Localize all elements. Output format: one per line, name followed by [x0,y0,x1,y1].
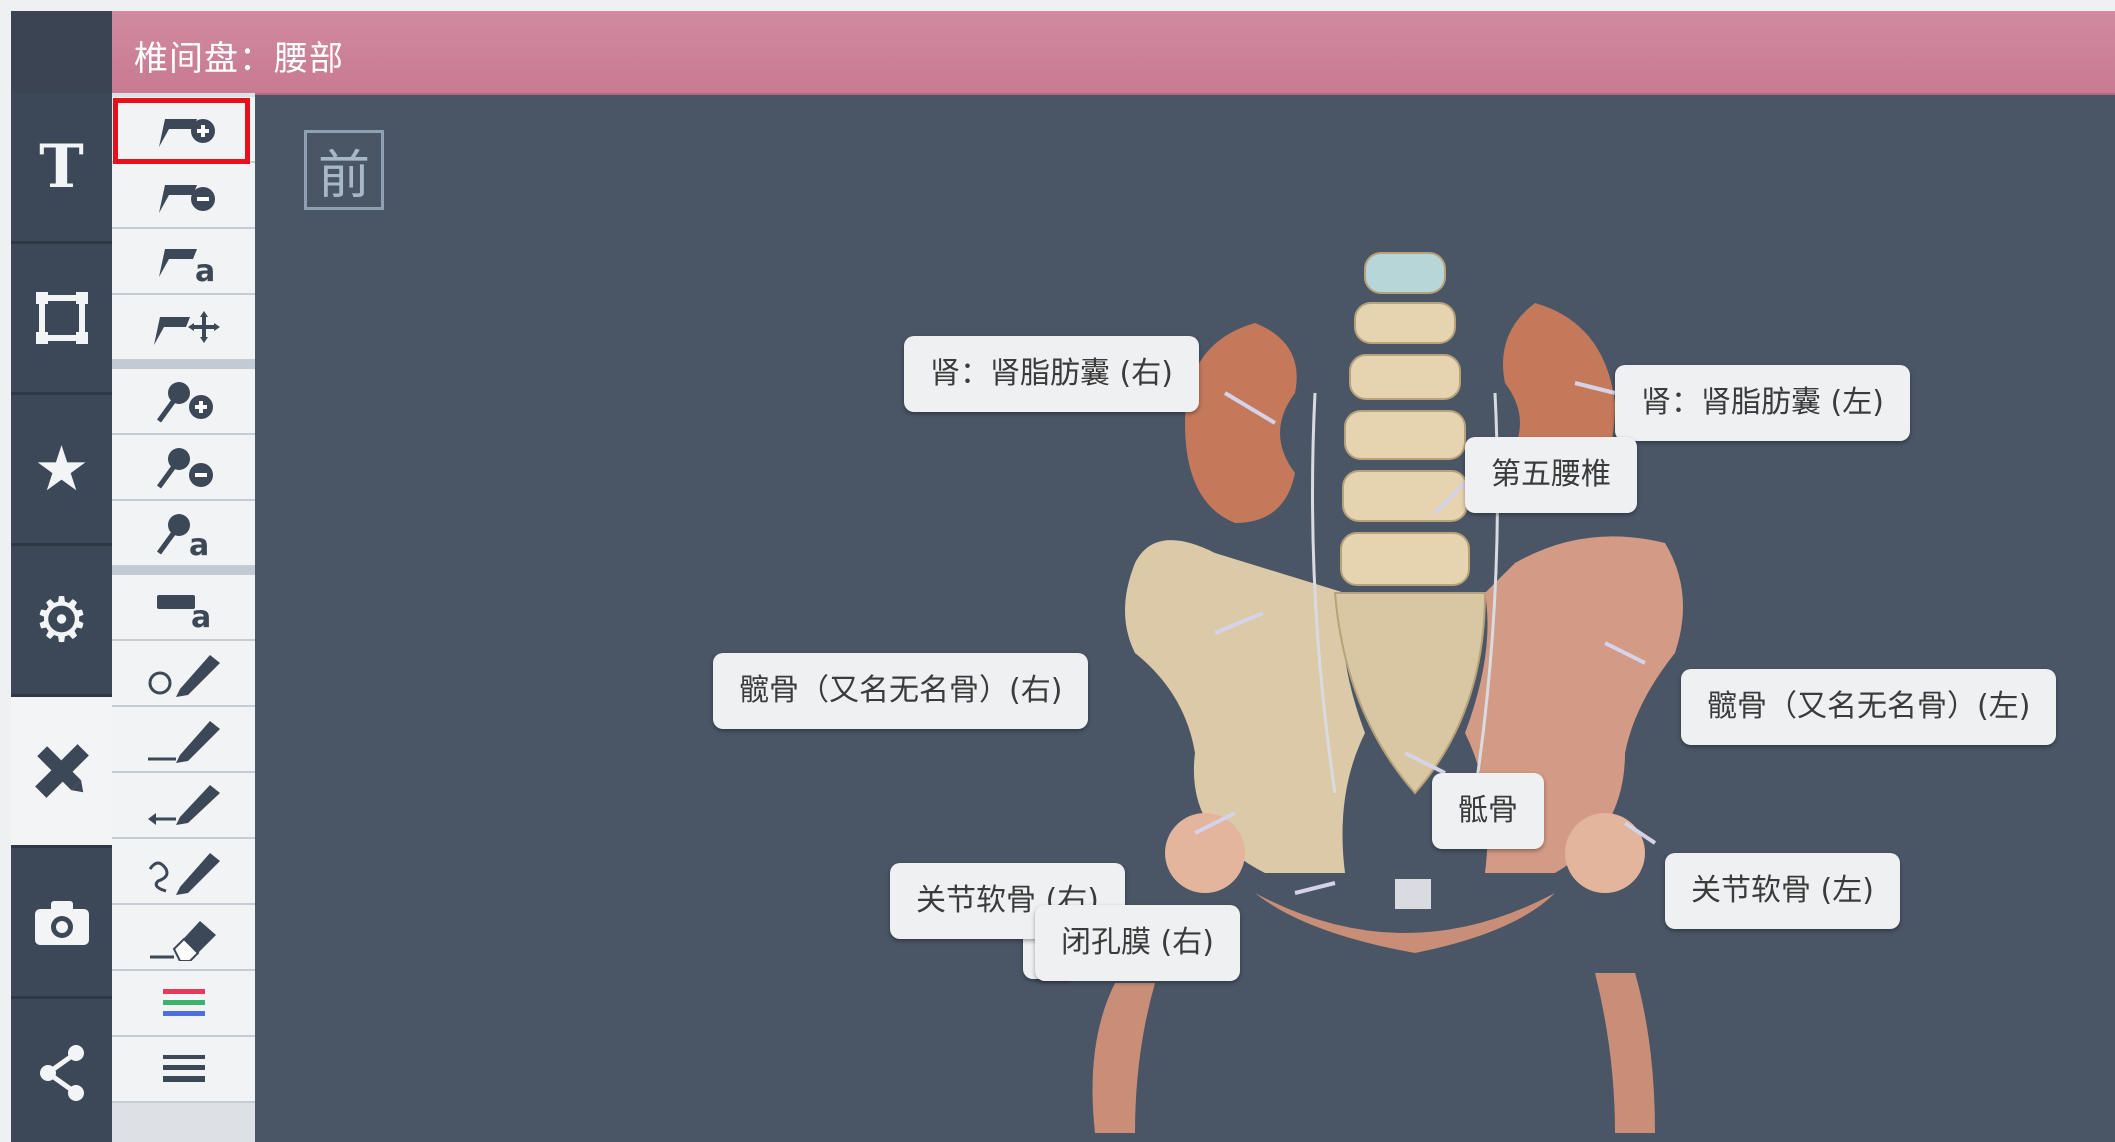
svg-text:a: a [191,600,211,629]
draw-arrow-icon [147,785,220,825]
remove-pin-label-tool[interactable] [112,163,255,229]
remove-point-label-icon [156,448,213,489]
text-point-label-icon: a [156,514,209,557]
app-window: 椎间盘：腰部 T ★ ⚙ a a a 前 肾：肾脂肪囊 (右) 肾：肾脂肪囊 (… [11,11,2115,1142]
freehand-draw-icon [148,853,220,895]
title-bar: 椎间盘：腰部 [112,11,2115,95]
nav-select[interactable] [11,244,112,395]
nav-text[interactable]: T [11,93,112,244]
color-palette-icon [162,989,205,1016]
remove-point-label-tool[interactable] [112,435,255,501]
svg-text:a: a [195,254,215,283]
move-pin-label-tool[interactable] [112,295,255,361]
label-hip-right[interactable]: 髋骨（又名无名骨）(右) [713,653,1089,729]
tool-palette: a a a [112,93,255,1142]
label-hip-left[interactable]: 髋骨（又名无名骨）(左) [1681,669,2057,745]
palette-separator [112,567,255,575]
nav-tools[interactable] [11,697,112,848]
text-point-label-tool[interactable]: a [112,501,255,567]
text-pin-label-icon: a [158,249,215,283]
label-cartilage-left[interactable]: 关节软骨 (左) [1665,853,1900,929]
left-nav: T ★ ⚙ [11,93,112,1142]
label-sacrum[interactable]: 骶骨 [1432,773,1544,849]
nav-share[interactable] [11,999,112,1142]
move-pin-label-icon [153,311,220,345]
page-title: 椎间盘：腰部 [134,39,344,79]
label-l5-vertebra[interactable]: 第五腰椎 [1465,437,1637,513]
star-icon: ★ [33,432,90,505]
line-weight-icon [162,1055,205,1082]
color-palette-tool[interactable] [112,971,255,1037]
draw-line-tool[interactable] [112,707,255,773]
text-icon: T [39,132,84,202]
draw-arrow-tool[interactable] [112,773,255,839]
anatomy-viewport[interactable]: 前 肾：肾脂肪囊 (右) 肾：肾脂肪囊 (左) 第五腰椎 髋骨（又名无名骨）(右… [255,93,2115,1142]
nav-camera[interactable] [11,848,112,999]
draw-line-icon [147,721,220,763]
palette-separator [112,361,255,369]
corner-block [11,11,112,93]
selection-frame-icon [35,292,88,344]
draw-circle-icon [148,655,220,697]
pencil-ruler-icon [34,744,89,798]
selected-tool-highlight [113,98,250,164]
nav-settings[interactable]: ⚙ [11,546,112,697]
eraser-icon [149,921,216,961]
gear-icon: ⚙ [33,583,90,656]
camera-icon [34,901,89,945]
add-point-label-icon [156,382,213,423]
text-pin-label-tool[interactable]: a [112,229,255,295]
svg-text:a: a [189,528,209,557]
nav-favorites[interactable]: ★ [11,395,112,546]
draw-circle-tool[interactable] [112,641,255,707]
label-obturator-right[interactable]: 闭孔膜 (右) [1035,905,1240,981]
line-weight-tool[interactable] [112,1037,255,1103]
freehand-draw-tool[interactable] [112,839,255,905]
add-point-label-tool[interactable] [112,369,255,435]
pelvis-model[interactable] [255,93,2115,1142]
label-kidney-right[interactable]: 肾：肾脂肪囊 (右) [904,336,1199,412]
remove-pin-label-icon [158,185,215,213]
text-box-icon: a [156,595,211,629]
share-icon [39,1045,84,1101]
text-box-tool[interactable]: a [112,575,255,641]
eraser-tool[interactable] [112,905,255,971]
label-kidney-left[interactable]: 肾：肾脂肪囊 (左) [1615,365,1910,441]
